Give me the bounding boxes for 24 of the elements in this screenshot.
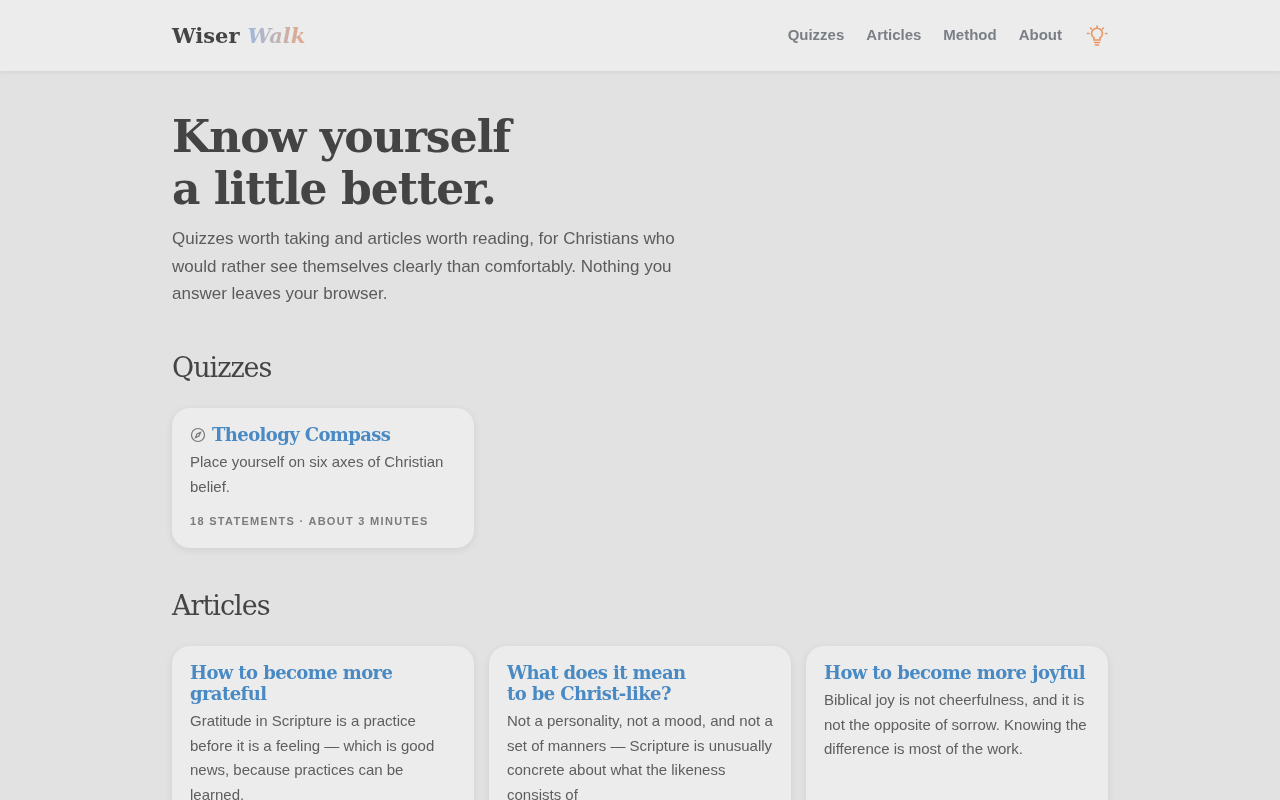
quiz-card[interactable]: Theology Compass Place yourself on six axes of Christian belief. 18 STATEMENTS · ABOUT 3 MINUTES [172, 408, 474, 548]
card-description: Gratitude in Scripture is a practice before it is a feeling — which is good news, because practices can be learned. [190, 711, 436, 800]
article-card[interactable]: What does it mean to be Christ-like? Not a personality, not a mood, and not a set of manners — Scripture is unusually concrete about what the likeness consists of [489, 646, 791, 800]
lightbulb-icon[interactable] [1086, 24, 1108, 47]
nav-link[interactable]: About [1018, 24, 1062, 47]
card-description: Not a personality, not a mood, and not a set of manners — Scripture is unusually concrete about what the likeness consists of [507, 711, 773, 800]
nav-link[interactable]: Articles [866, 24, 922, 47]
section-heading: Articles [172, 588, 271, 623]
nav-link[interactable]: Quizzes [787, 24, 845, 47]
hero-title: Know yourself a little better. [172, 111, 1108, 215]
intro-paragraph: Quizzes worth taking and articles worth reading, for Christians who would rather see themselves clearly than comfortably. Nothing you answer leaves your browser. [172, 228, 676, 305]
card-title[interactable]: How to become more joyful [824, 662, 1086, 683]
article-card[interactable]: How to become more joyful Biblical joy is not cheerfulness, and it is not the opposite of sorrow. Knowing the difference is most of the work. [806, 646, 1108, 800]
card-description: Place yourself on six axes of Christian belief. [190, 452, 445, 497]
logo-text[interactable]: Wiser [172, 19, 240, 52]
card-title[interactable]: How to become more grateful [190, 662, 456, 704]
card-description: Biblical joy is not cheerfulness, and it is not the opposite of sorrow. Knowing the difference is most of the work. [824, 690, 1088, 759]
card-title[interactable]: What does it mean to be Christ-like? [507, 662, 686, 704]
card-title[interactable]: Theology Compass [212, 424, 391, 445]
card-meta: 18 STATEMENTS · ABOUT 3 MINUTES [190, 514, 430, 529]
section-heading: Quizzes [172, 350, 273, 385]
article-card[interactable]: How to become more grateful Gratitude in Scripture is a practice before it is a feeling — which is good news, because practices can be learned. [172, 646, 474, 800]
compass-icon [190, 426, 206, 443]
nav-link[interactable]: Method [943, 24, 997, 47]
